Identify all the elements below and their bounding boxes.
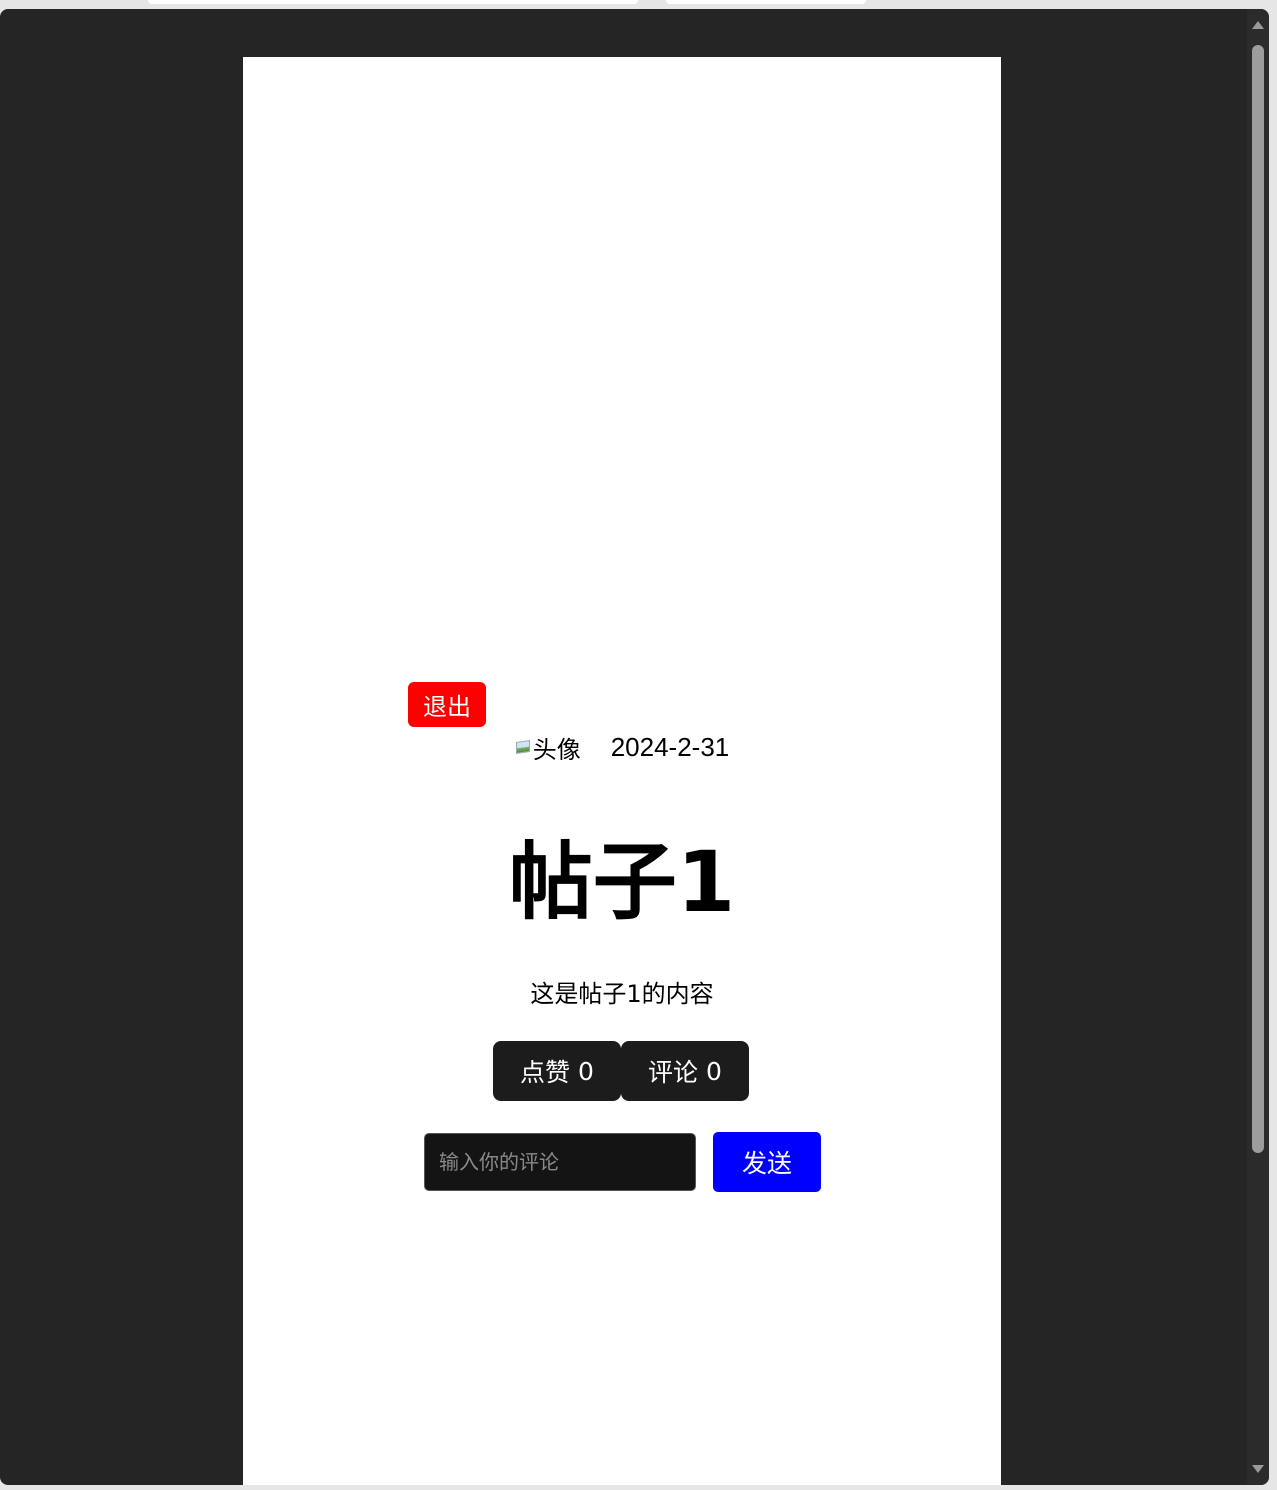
post-page: 退出 头像 2024-2-31 帖子1 这是帖子1的内容 点赞 0 评论 0 发… (243, 57, 1001, 1485)
like-button[interactable]: 点赞 0 (493, 1041, 621, 1101)
like-label: 点赞 (520, 1058, 571, 1087)
post-meta: 头像 2024-2-31 (243, 727, 1001, 767)
comment-input[interactable] (424, 1133, 696, 1191)
browser-tab[interactable] (666, 0, 866, 4)
scroll-down-icon[interactable] (1252, 1465, 1264, 1473)
comment-count: 0 (706, 1056, 722, 1086)
comment-label: 评论 (648, 1058, 699, 1087)
avatar: 头像 (515, 730, 581, 765)
post-title: 帖子1 (508, 833, 736, 931)
avatar-alt-text: 头像 (532, 735, 581, 764)
post-content: 这是帖子1的内容 (530, 980, 714, 1008)
comment-button[interactable]: 评论 0 (621, 1041, 749, 1101)
post-date: 2024-2-31 (610, 731, 730, 762)
post-actions: 点赞 0 评论 0 (493, 1041, 749, 1101)
vertical-scrollbar[interactable] (1247, 9, 1269, 1485)
broken-image-icon (515, 739, 531, 755)
scroll-up-icon[interactable] (1252, 21, 1264, 29)
logout-button[interactable]: 退出 (408, 682, 486, 727)
scrollbar-thumb[interactable] (1252, 45, 1264, 1153)
like-count: 0 (578, 1056, 594, 1086)
send-button[interactable]: 发送 (713, 1132, 821, 1192)
browser-tab[interactable] (148, 0, 638, 4)
browser-viewport: 退出 头像 2024-2-31 帖子1 这是帖子1的内容 点赞 0 评论 0 发… (0, 9, 1269, 1485)
